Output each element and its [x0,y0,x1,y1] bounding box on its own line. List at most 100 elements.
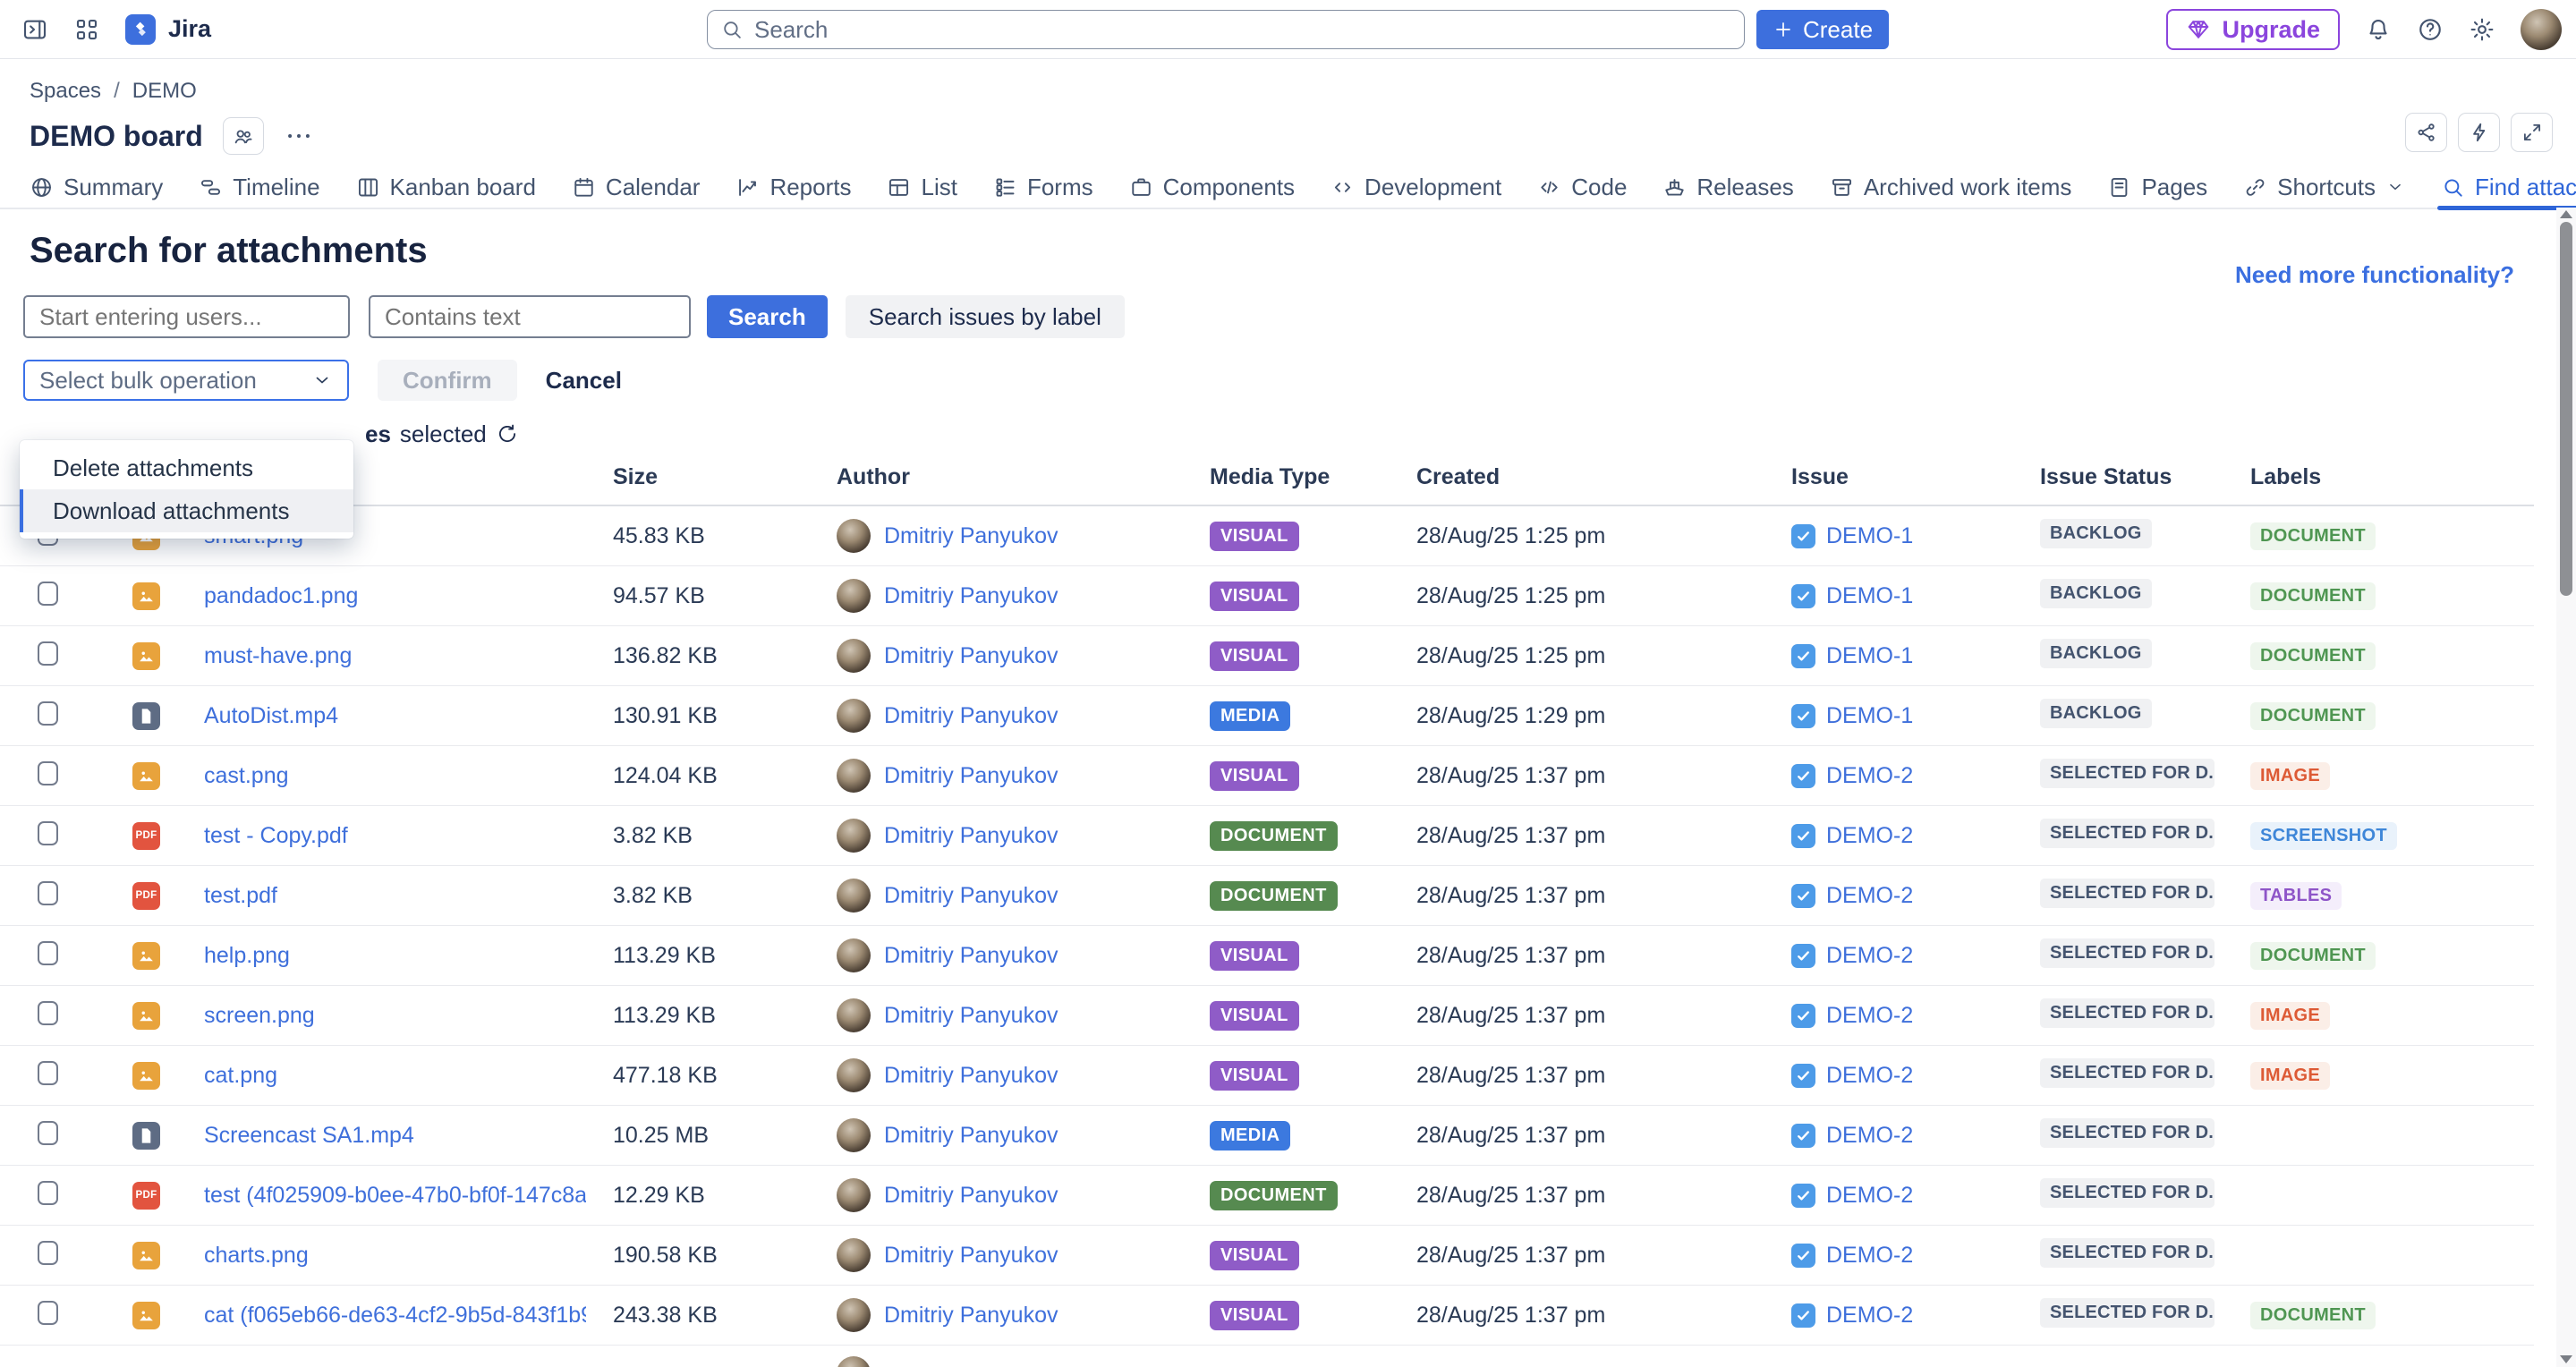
fullscreen-button[interactable] [2511,113,2553,152]
tab-list[interactable]: List [887,166,956,208]
attachment-link[interactable]: charts.png [204,1243,309,1268]
column-header-issue-status[interactable]: Issue Status [2013,464,2223,490]
bulk-operation-select[interactable]: Select bulk operation [23,360,349,401]
attachment-link[interactable]: test (4f025909-b0ee-47b0-bf0f-147c8afdea… [204,1183,586,1208]
notifications-icon[interactable] [2365,16,2392,43]
author-link[interactable]: Dmitriy Panyukov [884,523,1058,549]
attachment-link[interactable]: test.pdf [204,883,277,908]
user-avatar[interactable] [2521,9,2562,50]
row-checkbox[interactable] [38,1241,58,1265]
need-more-functionality-link[interactable]: Need more functionality? [2235,261,2514,289]
collaborators-button[interactable] [223,117,264,155]
issue-link[interactable]: DEMO-2 [1826,1183,1913,1209]
row-checkbox[interactable] [38,1301,58,1325]
tab-development[interactable]: Development [1331,166,1501,208]
vertical-scrollbar[interactable] [2556,208,2576,1367]
column-header-created[interactable]: Created [1387,464,1763,490]
column-header-author[interactable]: Author [810,464,1181,490]
global-search-input[interactable] [752,15,1731,45]
row-checkbox[interactable] [38,582,58,606]
jira-home-link[interactable]: Jira [125,14,211,45]
breadcrumb-spaces[interactable]: Spaces [30,79,101,104]
row-checkbox[interactable] [38,821,58,845]
row-checkbox[interactable] [38,701,58,726]
upgrade-button[interactable]: Upgrade [2166,9,2340,50]
issue-link[interactable]: DEMO-1 [1826,523,1913,549]
column-header-media-type[interactable]: Media Type [1181,464,1387,490]
issue-link[interactable]: DEMO-2 [1826,1063,1913,1089]
attachment-link[interactable]: cast.png [204,763,289,788]
refresh-icon[interactable] [496,422,519,446]
author-link[interactable]: Dmitriy Panyukov [884,1123,1058,1149]
scrollbar-up-arrow-icon[interactable] [2560,210,2572,218]
contains-text-input[interactable] [369,295,691,338]
scrollbar-down-arrow-icon[interactable] [2560,1355,2572,1363]
create-button[interactable]: Create [1756,10,1889,49]
tab-pages[interactable]: Pages [2107,166,2207,208]
menu-item-download-attachments[interactable]: Download attachments [20,489,353,532]
issue-link[interactable]: DEMO-2 [1826,823,1913,849]
issue-link[interactable]: DEMO-2 [1826,763,1913,789]
confirm-button[interactable]: Confirm [378,360,517,401]
menu-item-delete-attachments[interactable]: Delete attachments [20,446,353,489]
cancel-button[interactable]: Cancel [546,367,622,395]
author-link[interactable]: Dmitriy Panyukov [884,943,1058,969]
attachment-link[interactable]: AutoDist.mp4 [204,703,338,728]
row-checkbox[interactable] [38,761,58,785]
attachment-link[interactable]: cat (f065eb66-de63-4cf2-9b5d-843f1b9e06.… [204,1303,586,1328]
attachment-link[interactable]: pandadoc1.png [204,583,358,608]
tab-components[interactable]: Components [1129,166,1295,208]
attachment-link[interactable]: must-have.png [204,643,352,668]
attachment-link[interactable]: screen.png [204,1003,315,1028]
author-link[interactable]: Dmitriy Panyukov [884,1243,1058,1269]
issue-link[interactable]: DEMO-2 [1826,1003,1913,1029]
row-checkbox[interactable] [38,1121,58,1145]
row-checkbox[interactable] [38,1061,58,1085]
tab-archived-work-items[interactable]: Archived work items [1830,166,2072,208]
row-checkbox[interactable] [38,1001,58,1025]
author-link[interactable]: Dmitriy Panyukov [884,823,1058,849]
issue-link[interactable]: DEMO-2 [1826,943,1913,969]
issue-link[interactable]: DEMO-1 [1826,703,1913,729]
tab-releases[interactable]: Releases [1662,166,1793,208]
help-icon[interactable] [2417,16,2444,43]
tab-code[interactable]: Code [1537,166,1627,208]
author-link[interactable]: Dmitriy Panyukov [884,1003,1058,1029]
issue-link[interactable]: DEMO-1 [1826,583,1913,609]
app-switcher-icon[interactable] [73,16,100,43]
attachment-link[interactable]: Screencast SA1.mp4 [204,1123,414,1148]
column-header-size[interactable]: Size [586,464,810,490]
column-header-labels[interactable]: Labels [2223,464,2534,490]
author-link[interactable]: Dmitriy Panyukov [884,583,1058,609]
tab-reports[interactable]: Reports [735,166,851,208]
author-link[interactable]: Dmitriy Panyukov [884,643,1058,669]
tab-summary[interactable]: Summary [30,166,163,208]
author-link[interactable]: Dmitriy Panyukov [884,1063,1058,1089]
row-checkbox[interactable] [38,1181,58,1205]
issue-link[interactable]: DEMO-2 [1826,1243,1913,1269]
search-by-label-button[interactable]: Search issues by label [846,295,1125,338]
users-filter-input[interactable] [23,295,350,338]
tab-calendar[interactable]: Calendar [572,166,701,208]
tab-kanban-board[interactable]: Kanban board [356,166,536,208]
more-actions-icon[interactable] [284,121,314,151]
breadcrumb-demo[interactable]: DEMO [132,79,197,104]
share-button[interactable] [2405,113,2447,152]
global-search[interactable] [707,10,1745,49]
tab-find-attachments[interactable]: Find attachments [2441,166,2576,208]
issue-link[interactable]: DEMO-1 [1826,643,1913,669]
tab-timeline[interactable]: Timeline [199,166,319,208]
attachment-link[interactable]: help.png [204,943,290,968]
attachment-link[interactable]: cat.png [204,1063,277,1088]
tab-shortcuts[interactable]: Shortcuts [2243,166,2405,208]
issue-link[interactable]: DEMO-2 [1826,1123,1913,1149]
tab-forms[interactable]: Forms [993,166,1093,208]
scrollbar-thumb[interactable] [2560,222,2572,596]
expand-sidebar-icon[interactable] [21,16,48,43]
column-header-issue[interactable]: Issue [1763,464,2013,490]
row-checkbox[interactable] [38,941,58,965]
issue-link[interactable]: DEMO-2 [1826,883,1913,909]
row-checkbox[interactable] [38,881,58,905]
author-link[interactable]: Dmitriy Panyukov [884,1303,1058,1329]
search-button[interactable]: Search [707,295,828,338]
